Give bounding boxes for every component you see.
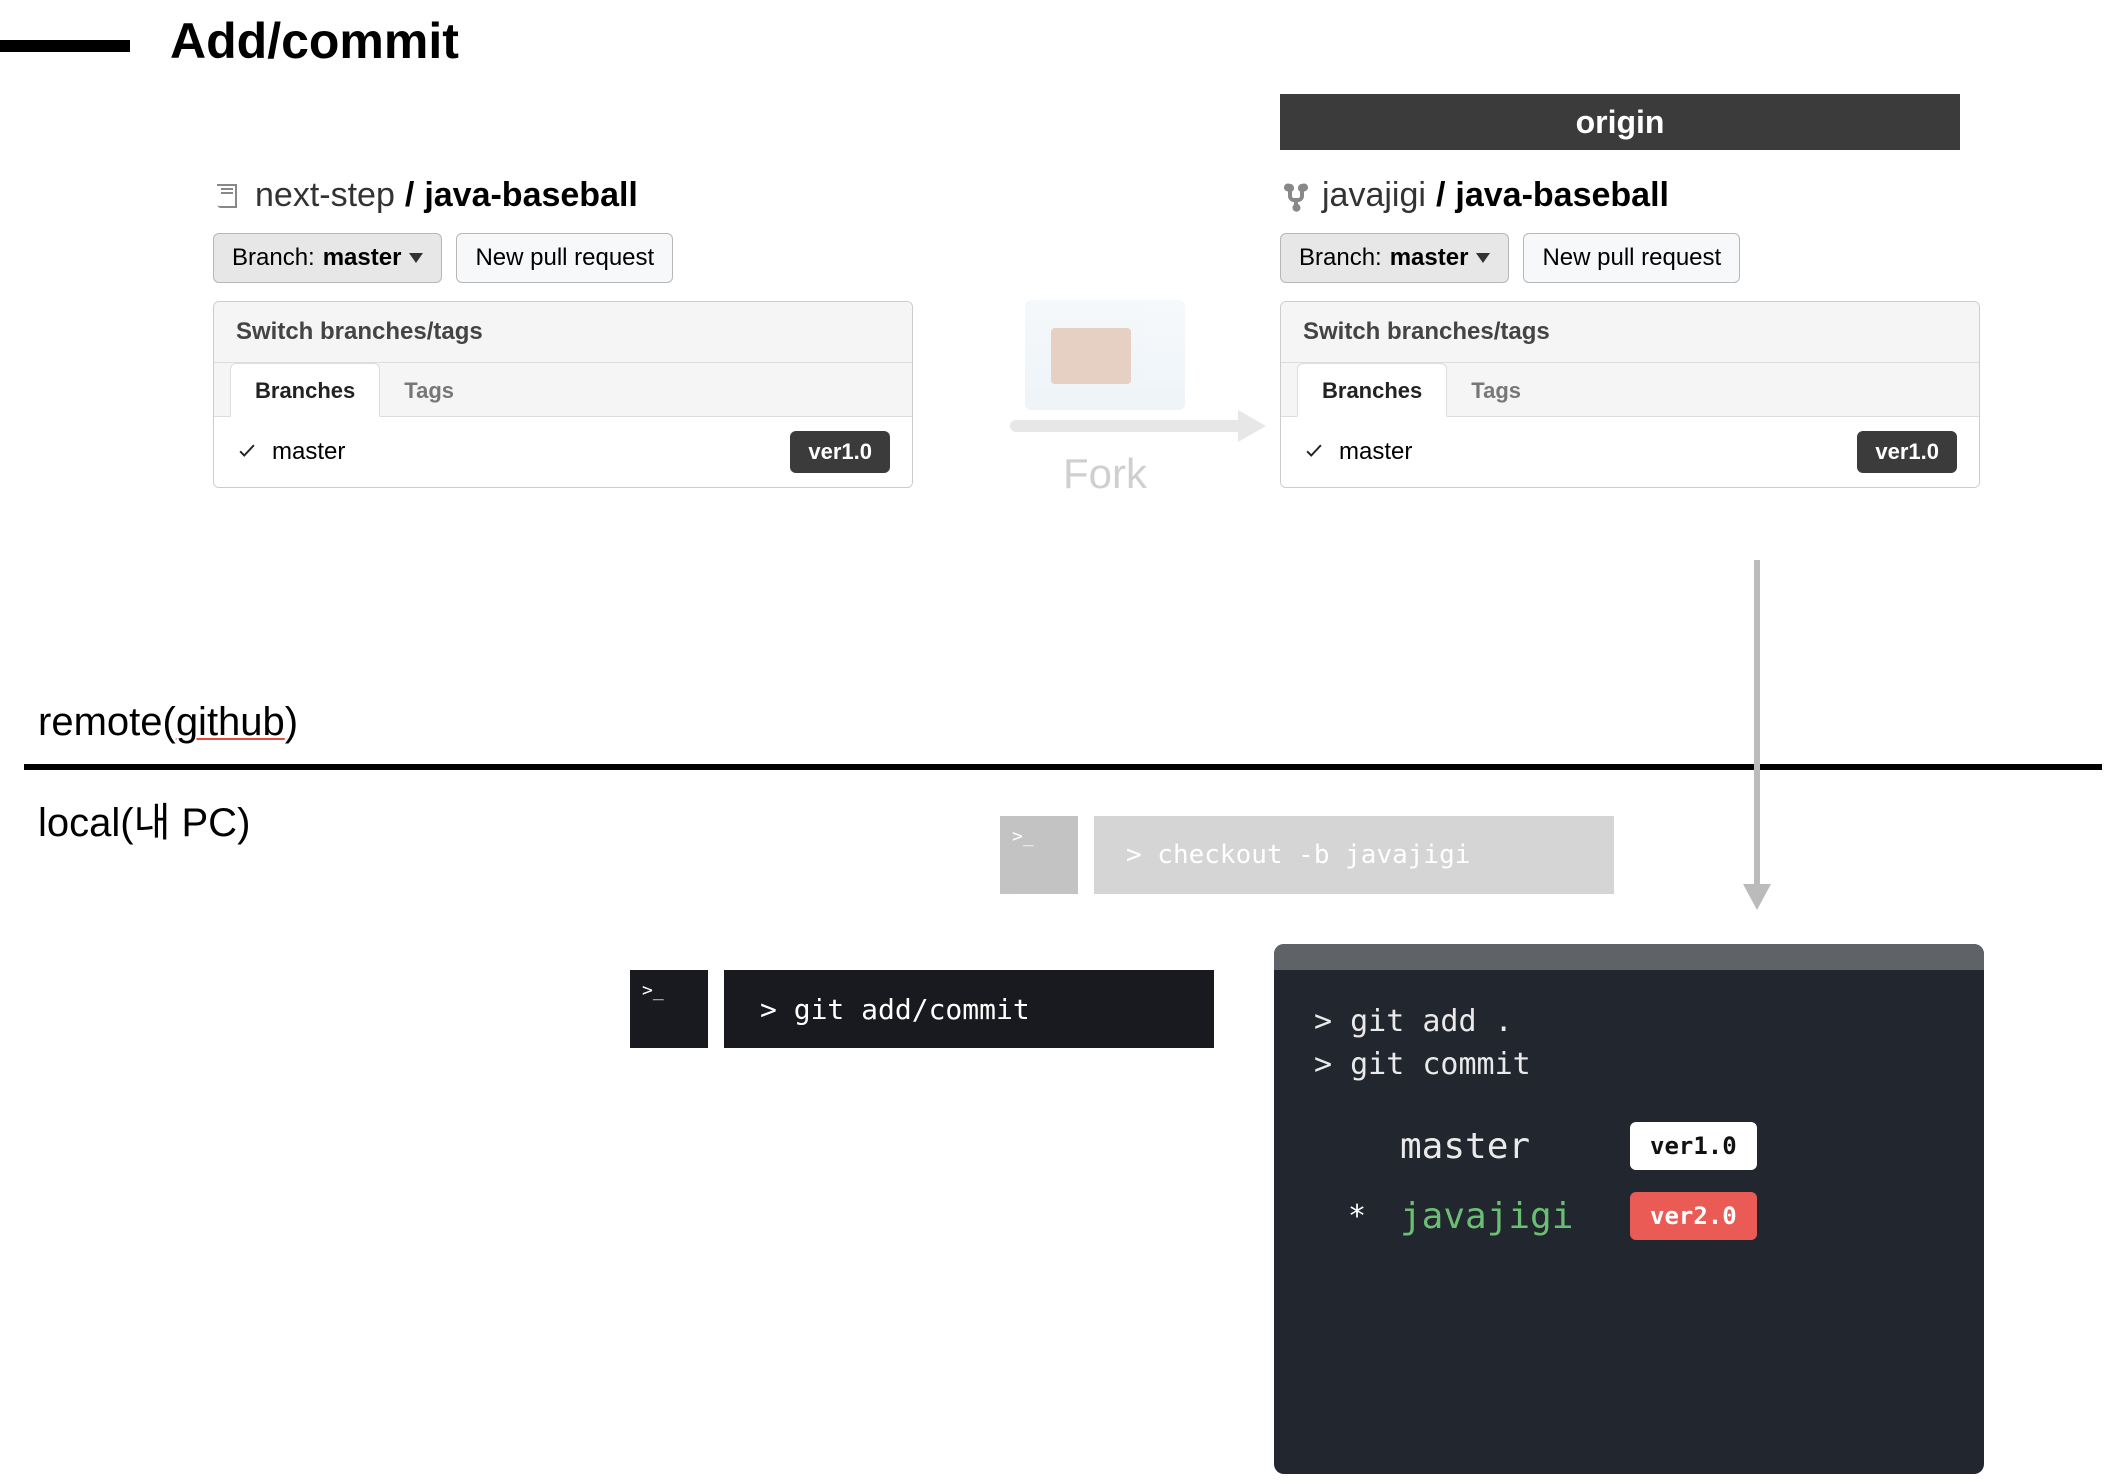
- repo-owner: next-step: [255, 176, 395, 215]
- repo-card-fork: javajigi / java-baseball Branch: master …: [1280, 176, 1980, 488]
- origin-label: origin: [1280, 94, 1960, 150]
- previous-terminal-faded: >_ > checkout -b javajigi: [1000, 816, 1614, 894]
- local-branch-row: * javajigi ver2.0: [1344, 1192, 1944, 1240]
- local-branch-name: javajigi: [1400, 1196, 1600, 1237]
- terminal-command: > checkout -b javajigi: [1094, 816, 1614, 894]
- repo-owner: javajigi: [1322, 176, 1426, 215]
- terminal-command: > git add/commit: [724, 970, 1214, 1048]
- fork-label: Fork: [960, 450, 1250, 498]
- fork-stamp-icon: [1025, 300, 1185, 410]
- fork-graphic: Fork: [960, 300, 1250, 498]
- current-terminal: >_ > git add/commit: [630, 970, 1214, 1048]
- repo-name: java-baseball: [1455, 176, 1669, 215]
- branch-label: master: [272, 438, 345, 466]
- new-pull-request-button[interactable]: New pull request: [456, 233, 673, 283]
- version-badge: ver1.0: [1857, 431, 1957, 473]
- remote-local-divider: [24, 764, 2102, 770]
- repo-icon: [213, 178, 245, 214]
- branch-dropdown-panel: Switch branches/tags Branches Tags maste…: [213, 301, 913, 488]
- local-repo-terminal: > git add . > git commit master ver1.0 *…: [1274, 944, 1984, 1474]
- check-icon: [1303, 441, 1325, 463]
- version-badge: ver1.0: [1630, 1122, 1757, 1170]
- version-badge: ver1.0: [790, 431, 890, 473]
- panel-header: Switch branches/tags: [1281, 302, 1979, 363]
- branch-selector-button[interactable]: Branch: master: [1280, 233, 1509, 283]
- repo-title: next-step / java-baseball: [213, 176, 913, 215]
- check-icon: [236, 441, 258, 463]
- fork-icon: [1280, 178, 1312, 214]
- repo-name: java-baseball: [424, 176, 638, 215]
- local-branch-list: master ver1.0 * javajigi ver2.0: [1314, 1122, 1944, 1240]
- branch-row[interactable]: master ver1.0: [1281, 417, 1979, 487]
- panel-header: Switch branches/tags: [214, 302, 912, 363]
- repo-toolbar: Branch: master New pull request: [1280, 233, 1980, 283]
- local-label: local(내 PC): [38, 790, 250, 848]
- repo-title: javajigi / java-baseball: [1280, 176, 1980, 215]
- version-badge: ver2.0: [1630, 1192, 1757, 1240]
- slide-title: Add/commit: [170, 12, 459, 70]
- clone-arrow-icon: [1754, 560, 1760, 890]
- caret-down-icon: [409, 253, 423, 263]
- repo-card-upstream: next-step / java-baseball Branch: master…: [213, 176, 913, 488]
- repo-toolbar: Branch: master New pull request: [213, 233, 913, 283]
- branch-row[interactable]: master ver1.0: [214, 417, 912, 487]
- terminal-line: > git commit: [1314, 1047, 1944, 1082]
- local-branch-row: master ver1.0: [1344, 1122, 1944, 1170]
- panel-tabs: Branches Tags: [1281, 363, 1979, 417]
- header-accent-bar: [0, 40, 130, 52]
- branch-prefix: Branch:: [232, 244, 315, 272]
- caret-down-icon: [1476, 253, 1490, 263]
- tab-branches[interactable]: Branches: [230, 363, 380, 417]
- branch-current: master: [323, 244, 402, 272]
- current-marker: *: [1344, 1199, 1370, 1234]
- tab-tags[interactable]: Tags: [380, 364, 478, 416]
- new-pull-request-button[interactable]: New pull request: [1523, 233, 1740, 283]
- tab-tags[interactable]: Tags: [1447, 364, 1545, 416]
- branch-prefix: Branch:: [1299, 244, 1382, 272]
- branch-dropdown-panel: Switch branches/tags Branches Tags maste…: [1280, 301, 1980, 488]
- repo-separator: /: [405, 176, 414, 215]
- panel-tabs: Branches Tags: [214, 363, 912, 417]
- branch-label: master: [1339, 438, 1412, 466]
- local-branch-name: master: [1400, 1126, 1600, 1167]
- terminal-icon: >_: [1000, 816, 1078, 894]
- terminal-icon: >_: [630, 970, 708, 1048]
- terminal-line: > git add .: [1314, 1004, 1944, 1039]
- fork-arrow-icon: [1010, 420, 1250, 432]
- branch-selector-button[interactable]: Branch: master: [213, 233, 442, 283]
- branch-current: master: [1390, 244, 1469, 272]
- repo-separator: /: [1436, 176, 1445, 215]
- tab-branches[interactable]: Branches: [1297, 363, 1447, 417]
- terminal-titlebar: [1274, 944, 1984, 970]
- remote-label: remote(github): [38, 700, 298, 745]
